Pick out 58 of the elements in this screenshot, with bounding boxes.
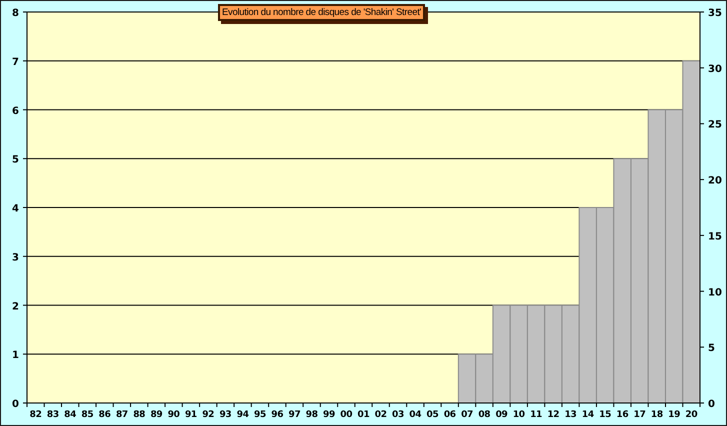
axis-label: 5 xyxy=(12,154,19,166)
axis-label: 88 xyxy=(133,410,146,420)
axis-label: 98 xyxy=(306,410,318,420)
axis-label: 08 xyxy=(478,410,490,420)
axis-label: 10 xyxy=(512,410,525,420)
axis-label: 89 xyxy=(150,410,162,420)
axis-label: 0 xyxy=(708,399,715,410)
axis-label: 0 xyxy=(12,399,19,410)
axis-label: 10 xyxy=(708,287,722,298)
axis-label: 09 xyxy=(496,410,508,420)
bar xyxy=(458,354,476,404)
axis-label: 85 xyxy=(81,410,94,420)
axis-label: 8 xyxy=(12,8,19,19)
axis-label: 30 xyxy=(708,64,722,75)
axis-label: 25 xyxy=(708,120,722,131)
axis-label: 00 xyxy=(340,410,352,420)
axis-label: 18 xyxy=(650,410,663,420)
axis-label: 82 xyxy=(30,410,42,420)
axis-label: 11 xyxy=(530,410,542,420)
axis-label: 2 xyxy=(12,301,19,312)
axis-label: 12 xyxy=(547,410,560,420)
axis-label: 93 xyxy=(219,410,232,420)
axis-label: 94 xyxy=(236,410,249,420)
axis-label: 87 xyxy=(116,410,128,420)
axis-label: 20 xyxy=(708,176,722,187)
axis-label: 14 xyxy=(582,410,594,420)
axis-label: 6 xyxy=(12,106,19,117)
axis-label: 95 xyxy=(254,410,266,420)
axis-label: 02 xyxy=(374,410,387,420)
axis-label: 17 xyxy=(634,410,646,420)
axis-label: 06 xyxy=(444,410,456,420)
axis-label: 99 xyxy=(323,410,335,420)
axis-label: 83 xyxy=(46,410,59,420)
axis-label: 19 xyxy=(668,410,680,420)
axis-label: 7 xyxy=(12,56,19,68)
chart-title: Evolution du nombre de disques de 'Shakin' Street' xyxy=(218,4,426,21)
axis-label: 84 xyxy=(64,410,76,420)
axis-label: 90 xyxy=(168,410,180,420)
axis-label: 86 xyxy=(98,410,111,420)
axis-label: 97 xyxy=(288,410,300,420)
axis-label: 92 xyxy=(202,410,214,420)
axis-label: 91 xyxy=(184,410,197,420)
axis-label: 04 xyxy=(409,410,422,420)
axis-label: 96 xyxy=(271,410,284,420)
axis-label: 05 xyxy=(426,410,438,420)
axis-label: 1 xyxy=(12,350,19,362)
axis-label: 15 xyxy=(708,231,722,242)
axis-label: 35 xyxy=(708,8,722,19)
axis-label: 3 xyxy=(12,252,19,264)
axis-label: 4 xyxy=(12,204,19,214)
axis-label: 20 xyxy=(685,410,698,420)
axis-label: 03 xyxy=(392,410,404,420)
axis-label: 07 xyxy=(461,410,473,420)
axis-label: 5 xyxy=(708,343,715,354)
axis-label: 15 xyxy=(599,410,612,420)
axis-label: 13 xyxy=(564,410,577,420)
axis-label: 16 xyxy=(616,410,628,420)
axis-label: 01 xyxy=(358,410,370,420)
